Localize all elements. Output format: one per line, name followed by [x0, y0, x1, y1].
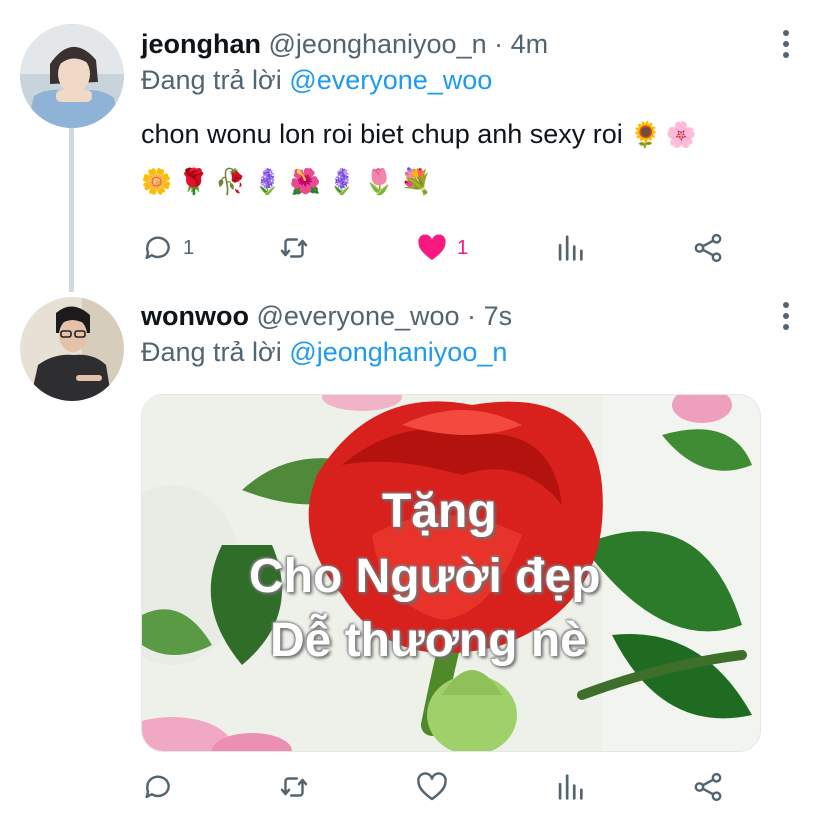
like-count: 1: [457, 236, 469, 259]
more-icon[interactable]: [776, 27, 796, 61]
action-bar: 1 1: [141, 228, 741, 268]
avatar-wonwoo[interactable]: [20, 297, 124, 401]
timestamp[interactable]: 4m: [511, 29, 549, 59]
reply-prefix: Đang trả lời: [141, 337, 282, 367]
share-button[interactable]: [691, 767, 725, 807]
retweet-button[interactable]: [277, 767, 319, 807]
analytics-button[interactable]: [553, 228, 587, 268]
media-caption-line-3: Dễ thương nè: [270, 614, 587, 667]
analytics-button[interactable]: [553, 767, 587, 807]
retweet-icon: [280, 777, 308, 797]
tweet-text: chon wonu lon roi biet chup anh sexy roi…: [141, 117, 701, 152]
tweet-jeonghan[interactable]: jeonghan @jeonghaniyoo_n · 4m Đang trả l…: [0, 0, 828, 292]
separator-dot: ·: [494, 29, 504, 59]
heart-icon: [417, 772, 447, 801]
display-name[interactable]: jeonghan: [141, 29, 261, 59]
analytics-icon: [558, 235, 583, 261]
share-icon: [694, 233, 722, 263]
mention-link[interactable]: @everyone_woo: [289, 65, 492, 95]
emoji-row: 🌼🌹🥀🪻🌺🪻🌷💐: [141, 167, 439, 196]
reply-prefix: Đang trả lời: [141, 65, 282, 95]
reply-button[interactable]: [141, 767, 183, 807]
replying-to: Đang trả lời @everyone_woo: [141, 63, 492, 97]
reply-button[interactable]: 1: [141, 228, 194, 268]
share-button[interactable]: [691, 228, 725, 268]
user-handle[interactable]: @jeonghaniyoo_n: [269, 29, 487, 59]
thread-line: [69, 128, 74, 292]
tweet-header: wonwoo @everyone_woo · 7s: [141, 299, 512, 333]
tweet-media-image[interactable]: Tặng Cho Người đẹp Dễ thương nè: [141, 394, 761, 752]
display-name[interactable]: wonwoo: [141, 301, 249, 331]
user-handle[interactable]: @everyone_woo: [257, 301, 460, 331]
more-icon[interactable]: [776, 299, 796, 333]
tweet-header: jeonghan @jeonghaniyoo_n · 4m: [141, 27, 548, 61]
retweet-icon: [280, 238, 308, 258]
reply-icon: [145, 236, 170, 260]
separator-dot: ·: [467, 301, 477, 331]
mention-link[interactable]: @jeonghaniyoo_n: [289, 337, 507, 367]
avatar-image: [20, 24, 124, 128]
media-caption: Tặng Cho Người đẹp Dễ thương nè: [142, 395, 760, 751]
action-bar: [141, 767, 741, 807]
analytics-icon: [558, 774, 583, 800]
like-button[interactable]: [415, 767, 457, 807]
emoji-inline: 🌻🌸: [630, 120, 701, 149]
reply-icon: [145, 775, 170, 799]
reply-count: 1: [183, 236, 195, 259]
heart-icon: [418, 234, 446, 261]
replying-to: Đang trả lời @jeonghaniyoo_n: [141, 335, 507, 369]
tweet-body: chon wonu lon roi biet chup anh sexy roi: [141, 119, 623, 149]
avatar-jeonghan[interactable]: [20, 24, 124, 128]
timestamp[interactable]: 7s: [484, 301, 513, 331]
media-caption-line-2: Cho Người đẹp: [249, 550, 601, 603]
share-icon: [694, 772, 722, 802]
like-button[interactable]: 1: [415, 228, 468, 268]
avatar-image: [20, 297, 124, 401]
media-caption-line-1: Tặng: [382, 485, 497, 538]
retweet-button[interactable]: [277, 228, 319, 268]
